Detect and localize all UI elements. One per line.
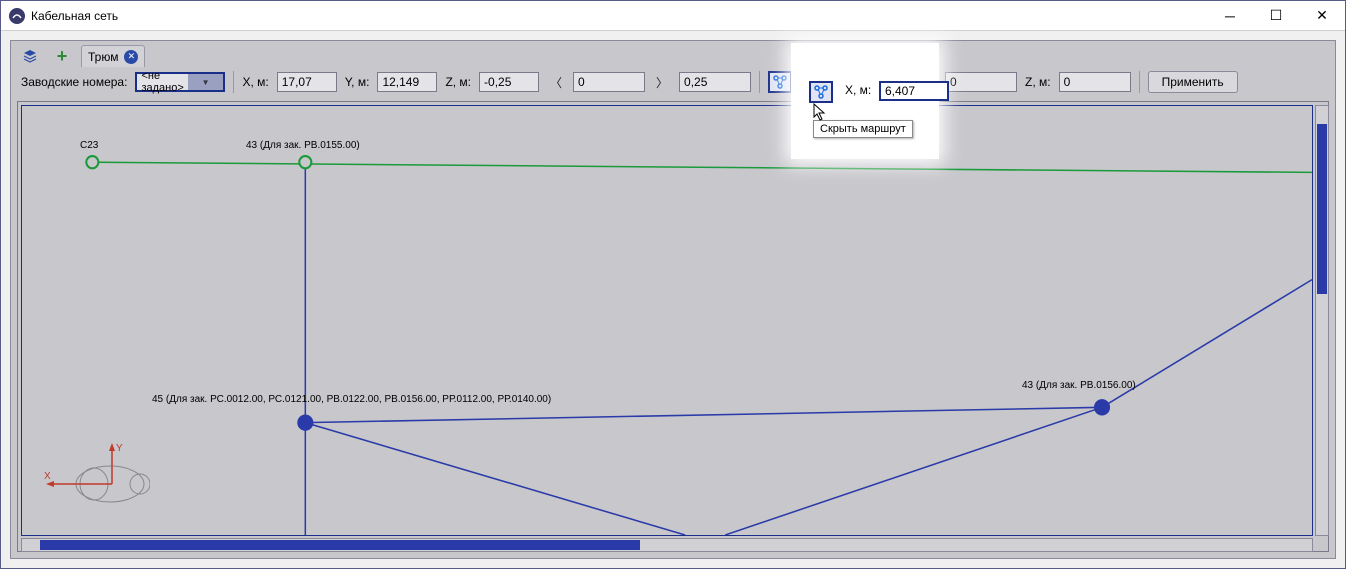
serials-label: Заводские номера:	[21, 75, 127, 89]
horizontal-scrollbar[interactable]	[21, 538, 1313, 552]
prev-button[interactable]: 〈	[547, 72, 565, 92]
maximize-button[interactable]: ☐	[1253, 1, 1299, 30]
next-button[interactable]: 〉	[653, 72, 671, 92]
tooltip-hide-route: Скрыть маршрут	[813, 120, 913, 138]
node-label-43a: 43 (Для зак. РВ.0155.00)	[246, 140, 360, 151]
z-label: Z, м:	[445, 75, 471, 89]
z2-label: Z, м:	[1025, 75, 1051, 89]
node-label-c23: С23	[80, 140, 98, 151]
z-field[interactable]: -0,25	[479, 72, 539, 92]
tab-bar: + Трюм ✕	[11, 41, 1335, 67]
minimize-button[interactable]: ─	[1207, 1, 1253, 30]
vertical-scrollbar[interactable]	[1315, 105, 1329, 536]
y2-field[interactable]: 0	[945, 72, 1017, 92]
serials-combo[interactable]: <не задано> ▼	[135, 72, 225, 92]
diagram-svg	[22, 106, 1312, 535]
titlebar[interactable]: Кабельная сеть ─ ☐ ✕	[1, 1, 1345, 31]
add-tab-button[interactable]: +	[49, 45, 75, 67]
tab-label: Трюм	[88, 50, 118, 64]
x2-field-overlay[interactable]: 6,407	[879, 81, 949, 101]
svg-text:X: X	[44, 471, 51, 482]
x-label: X, м:	[242, 75, 268, 89]
tab-hold[interactable]: Трюм ✕	[81, 45, 145, 67]
chevron-down-icon: ▼	[188, 74, 224, 90]
node-label-45: 45 (Для зак. РС.0012.00, РС.0121.00, РВ.…	[152, 394, 551, 405]
toolbar: Заводские номера: <не задано> ▼ X, м: 17…	[11, 67, 1335, 97]
axis-compass: Y X	[40, 439, 150, 509]
close-tab-icon[interactable]: ✕	[124, 50, 138, 64]
z2-field[interactable]: 0	[1059, 72, 1131, 92]
hide-route-button-highlighted[interactable]	[809, 81, 833, 103]
y-label: Y, м:	[345, 75, 370, 89]
x2-label-overlay: X, м:	[845, 83, 871, 97]
prev-value[interactable]: 0	[573, 72, 645, 92]
app-icon	[9, 8, 25, 24]
scroll-thumb[interactable]	[40, 540, 640, 550]
hide-route-button[interactable]	[768, 71, 792, 93]
next-value[interactable]: 0,25	[679, 72, 751, 92]
node-label-43b: 43 (Для зак. РВ.0156.00)	[1022, 380, 1136, 391]
layers-button[interactable]	[17, 45, 43, 67]
app-window: Кабельная сеть ─ ☐ ✕ + Трюм ✕ Заводские …	[0, 0, 1346, 569]
diagram-viewport[interactable]: С23 43 (Для зак. РВ.0155.00) 45 (Для зак…	[21, 105, 1313, 536]
close-button[interactable]: ✕	[1299, 1, 1345, 30]
x-field[interactable]: 17,07	[277, 72, 337, 92]
svg-text:Y: Y	[116, 443, 123, 454]
y-field[interactable]: 12,149	[377, 72, 437, 92]
scroll-thumb[interactable]	[1317, 124, 1327, 294]
window-title: Кабельная сеть	[31, 9, 1207, 23]
apply-button[interactable]: Применить	[1148, 71, 1238, 93]
